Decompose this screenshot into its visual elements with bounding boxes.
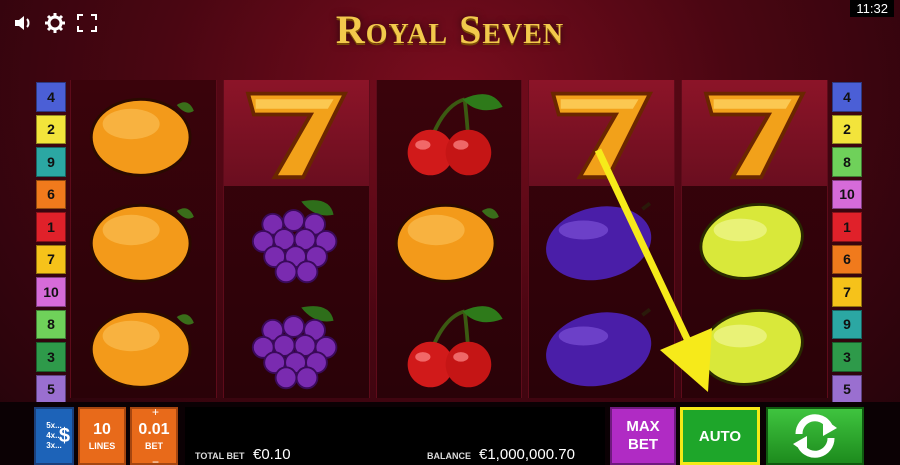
payline-left-9: 3 [36,342,66,372]
orange-icon [89,309,194,389]
payline-right-1: 4 [832,82,862,112]
reel-5 [681,80,828,398]
paylines-right: 4 2 8 10 1 6 7 9 3 5 [832,82,862,404]
cherries-symbol [377,292,522,398]
grapes-icon [251,199,338,283]
payline-right-6: 6 [832,244,862,274]
orange-symbol [71,186,216,292]
game-title: Royal Seven [335,7,565,52]
orange-icon [89,97,194,177]
payline-left-3: 9 [36,147,66,177]
payline-right-8: 9 [832,309,862,339]
balance-value: €1,000,000.70 [479,446,575,463]
orange-icon [89,203,194,283]
total-bet-value: €0.10 [253,446,291,463]
bet-minus-icon[interactable]: − [152,455,159,465]
orange-symbol [71,80,216,186]
seven-symbol [223,80,369,186]
balance-label: BALANCE [427,451,471,461]
payline-left-5: 1 [36,212,66,242]
bet-label: BET [145,440,163,451]
plum-icon [546,201,652,280]
reels [70,80,828,398]
lemon-icon [699,308,804,386]
orange-symbol [71,292,216,398]
spin-button[interactable] [766,407,864,465]
payline-right-5: 1 [832,212,862,242]
reel-1 [70,80,217,398]
plum-symbol [529,186,674,292]
seven-symbol [682,80,827,186]
orange-symbol [377,186,522,292]
payline-right-4: 10 [832,179,862,209]
grapes-symbol [224,186,369,292]
lines-value: 10 [93,420,111,438]
payline-left-8: 8 [36,309,66,339]
dollar-icon: $ [58,425,70,447]
reel-2 [222,80,370,398]
payline-left-7: 10 [36,277,66,307]
paylines-left: 4 2 9 6 1 7 10 8 3 5 [36,82,66,404]
cherries-icon [408,93,504,175]
max-bet-label-2: BET [628,436,658,453]
seven-symbol [529,80,675,186]
lemon-icon [699,202,804,280]
payline-left-4: 6 [36,179,66,209]
max-bet-label-1: MAX [626,418,660,435]
payline-right-2: 2 [832,114,862,144]
reel-4 [528,80,676,398]
top-bar: Royal Seven 11:32 [0,0,900,72]
grapes-icon [251,305,338,389]
auto-button[interactable]: AUTO [680,407,760,465]
payline-right-9: 3 [832,342,862,372]
total-bet-label: TOTAL BET [195,451,245,461]
orange-icon [395,203,500,283]
payline-left-1: 4 [36,82,66,112]
info-panel: TOTAL BET €0.10 BALANCE €1,000,000.70 [185,407,605,465]
lines-label: LINES [88,440,116,451]
bet-value: 0.01 [138,420,170,438]
control-bar: 5x... 4x... 3x... $ 10 LINES + 0.01 BET … [0,402,900,465]
reel-3 [375,80,523,398]
plum-icon [546,307,652,386]
payline-right-10: 5 [832,374,862,404]
plum-symbol [529,292,674,398]
payline-left-6: 7 [36,244,66,274]
seven-icon [245,91,348,179]
clock: 11:32 [850,0,894,17]
payline-right-7: 7 [832,277,862,307]
spin-icon [793,414,837,458]
seven-icon [550,91,654,179]
grapes-symbol [224,292,369,398]
lemon-symbol [682,292,827,398]
bet-plus-icon[interactable]: + [152,405,159,419]
lines-button[interactable]: 10 LINES [78,407,126,465]
max-bet-button[interactable]: MAX BET [610,407,676,465]
lemon-symbol [682,186,827,292]
payline-left-10: 5 [36,374,66,404]
payline-left-2: 2 [36,114,66,144]
payline-right-3: 8 [832,147,862,177]
seven-icon [703,91,807,179]
bet-button[interactable]: + 0.01 BET − [130,405,178,465]
paytable-button[interactable]: 5x... 4x... 3x... $ [34,407,74,465]
cherries-icon [408,305,504,387]
cherries-symbol [377,80,522,186]
